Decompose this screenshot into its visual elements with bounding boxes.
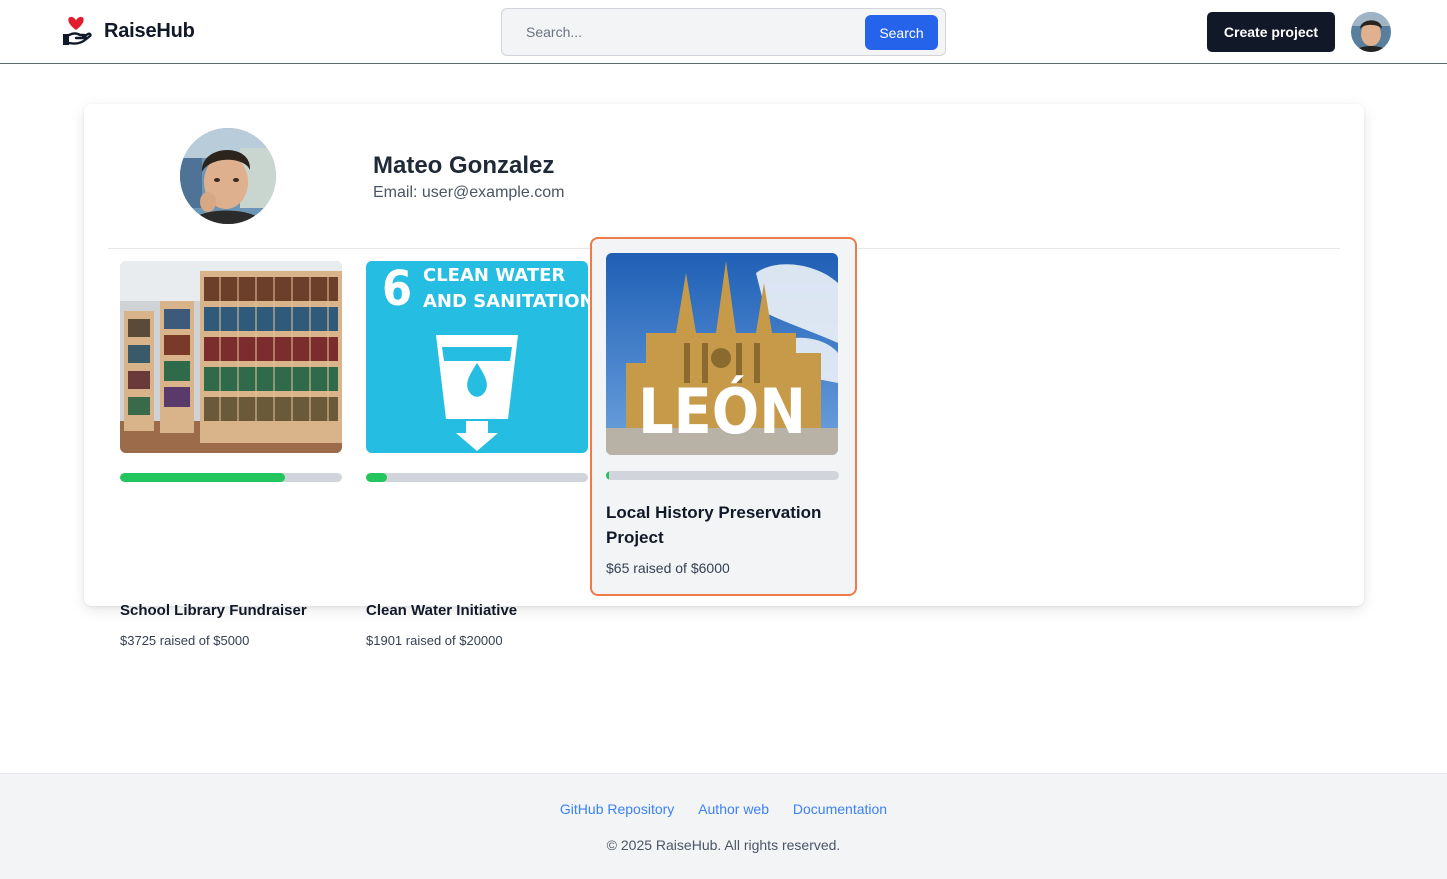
footer-links: GitHub Repository Author web Documentati… — [0, 801, 1447, 817]
profile-card: Mateo Gonzalez Email: user@example.com S… — [84, 104, 1364, 648]
progress-fill — [366, 473, 388, 482]
profile-avatar — [180, 128, 276, 224]
project-card-highlighted[interactable]: LEÓN Local History Preservation Project … — [590, 237, 857, 596]
sdg-label-line2: AND SANITATION — [423, 291, 588, 312]
avatar-image — [1351, 12, 1391, 52]
leon-image-text: LEÓN — [638, 375, 806, 448]
create-project-button[interactable]: Create project — [1207, 12, 1335, 52]
user-avatar-button[interactable] — [1351, 12, 1391, 52]
progress-bar — [366, 473, 588, 482]
brand-link[interactable]: RaiseHub — [60, 14, 195, 48]
footer: GitHub Repository Author web Documentati… — [0, 773, 1447, 879]
search-form: Search — [501, 8, 946, 56]
heart-hand-logo-icon — [63, 16, 92, 45]
brand-name: RaiseHub — [104, 19, 195, 42]
leon-cathedral-image: LEÓN — [606, 253, 838, 455]
search-button[interactable]: Search — [865, 15, 938, 50]
search-input[interactable] — [514, 15, 854, 49]
profile-photo-image — [180, 128, 276, 224]
sdg-label-line1: CLEAN WATER — [423, 265, 565, 286]
project-raised: $1901 raised of $20000 — [366, 633, 503, 648]
top-navbar: RaiseHub Search Create project — [0, 0, 1447, 64]
profile-name: Mateo Gonzalez — [373, 152, 555, 179]
progress-fill — [606, 471, 609, 480]
project-title: School Library Fundraiser — [120, 602, 307, 619]
documentation-link[interactable]: Documentation — [793, 801, 887, 817]
copyright-text: © 2025 RaiseHub. All rights reserved. — [606, 837, 841, 853]
project-title: Local History Preservation Project — [606, 503, 822, 547]
bookshelves-image — [120, 261, 342, 453]
author-web-link[interactable]: Author web — [698, 801, 769, 817]
project-raised: $65 raised of $6000 — [606, 560, 730, 576]
clean-water-sdg-image: 6 CLEAN WATER AND SANITATION — [366, 261, 588, 453]
github-repository-link[interactable]: GitHub Repository — [560, 801, 674, 817]
project-raised: $3725 raised of $5000 — [120, 633, 250, 648]
sdg-number: 6 — [382, 261, 412, 317]
progress-fill — [120, 473, 286, 482]
profile-email: Email: user@example.com — [373, 184, 565, 201]
progress-bar — [120, 473, 342, 482]
progress-bar — [606, 471, 839, 480]
project-title: Clean Water Initiative — [366, 602, 518, 619]
